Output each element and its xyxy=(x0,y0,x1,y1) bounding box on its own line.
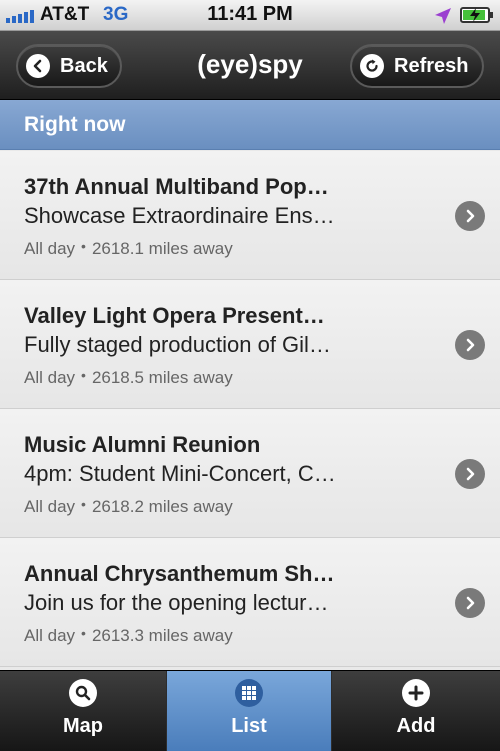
tab-add-label: Add xyxy=(396,715,436,737)
location-arrow-icon xyxy=(435,8,451,24)
event-title: Valley Light Opera Present… xyxy=(24,303,325,328)
event-description: Join us for the opening lectur… xyxy=(24,590,329,615)
meta-separator: • xyxy=(81,238,86,254)
meta-separator: • xyxy=(81,367,86,383)
event-title: Annual Chrysanthemum Sh… xyxy=(24,561,335,586)
event-meta: All day • 2618.5 miles away xyxy=(24,367,233,388)
navigation-bar: Back (eye)spy Refresh xyxy=(0,31,500,100)
chevron-right-icon[interactable] xyxy=(455,330,485,360)
event-title: 37th Annual Multiband Pop… xyxy=(24,174,329,199)
event-description: 4pm: Student Mini-Concert, C… xyxy=(24,461,336,486)
event-distance: 2613.3 miles away xyxy=(91,626,233,645)
event-time: All day xyxy=(24,368,76,387)
event-meta: All day • 2613.3 miles away xyxy=(24,625,233,646)
event-description: Fully staged production of Gil… xyxy=(24,332,331,357)
tab-list[interactable]: List xyxy=(166,671,332,751)
event-time: All day xyxy=(24,626,76,645)
list-item[interactable]: 37th Annual Multiband Pop… Showcase Extr… xyxy=(0,151,500,280)
search-icon xyxy=(69,679,97,707)
meta-separator: • xyxy=(81,625,86,641)
chevron-right-icon[interactable] xyxy=(455,459,485,489)
event-distance: 2618.1 miles away xyxy=(91,239,233,258)
event-title: Music Alumni Reunion xyxy=(24,432,261,457)
refresh-button[interactable]: Refresh xyxy=(350,44,484,88)
section-header: Right now xyxy=(0,100,500,150)
refresh-icon xyxy=(360,54,384,78)
tab-map[interactable]: Map xyxy=(0,671,166,751)
tab-bar: Map List Add xyxy=(0,670,500,751)
tab-add[interactable]: Add xyxy=(332,671,500,751)
event-description: Showcase Extraordinaire Ens… xyxy=(24,203,335,228)
event-list: 37th Annual Multiband Pop… Showcase Extr… xyxy=(0,151,500,667)
status-time: 11:41 PM xyxy=(207,3,293,25)
grid-icon xyxy=(235,679,263,707)
list-item[interactable]: Valley Light Opera Present… Fully staged… xyxy=(0,280,500,409)
event-distance: 2618.5 miles away xyxy=(91,368,233,387)
chevron-right-icon[interactable] xyxy=(455,588,485,618)
event-time: All day xyxy=(24,497,76,516)
event-meta: All day • 2618.2 miles away xyxy=(24,496,233,517)
chevron-right-icon[interactable] xyxy=(455,201,485,231)
event-distance: 2618.2 miles away xyxy=(91,497,233,516)
list-item[interactable]: Music Alumni Reunion 4pm: Student Mini-C… xyxy=(0,409,500,538)
refresh-button-label: Refresh xyxy=(394,54,469,77)
list-item[interactable]: Annual Chrysanthemum Sh… Join us for the… xyxy=(0,538,500,667)
tab-map-label: Map xyxy=(63,715,103,737)
charging-bolt-icon xyxy=(470,8,480,22)
battery-tip xyxy=(490,12,493,18)
event-time: All day xyxy=(24,239,76,258)
event-meta: All day • 2618.1 miles away xyxy=(24,238,233,259)
meta-separator: • xyxy=(81,496,86,512)
plus-icon xyxy=(402,679,430,707)
tab-list-label: List xyxy=(231,715,267,737)
status-bar: AT&T 3G 11:41 PM xyxy=(0,0,500,31)
